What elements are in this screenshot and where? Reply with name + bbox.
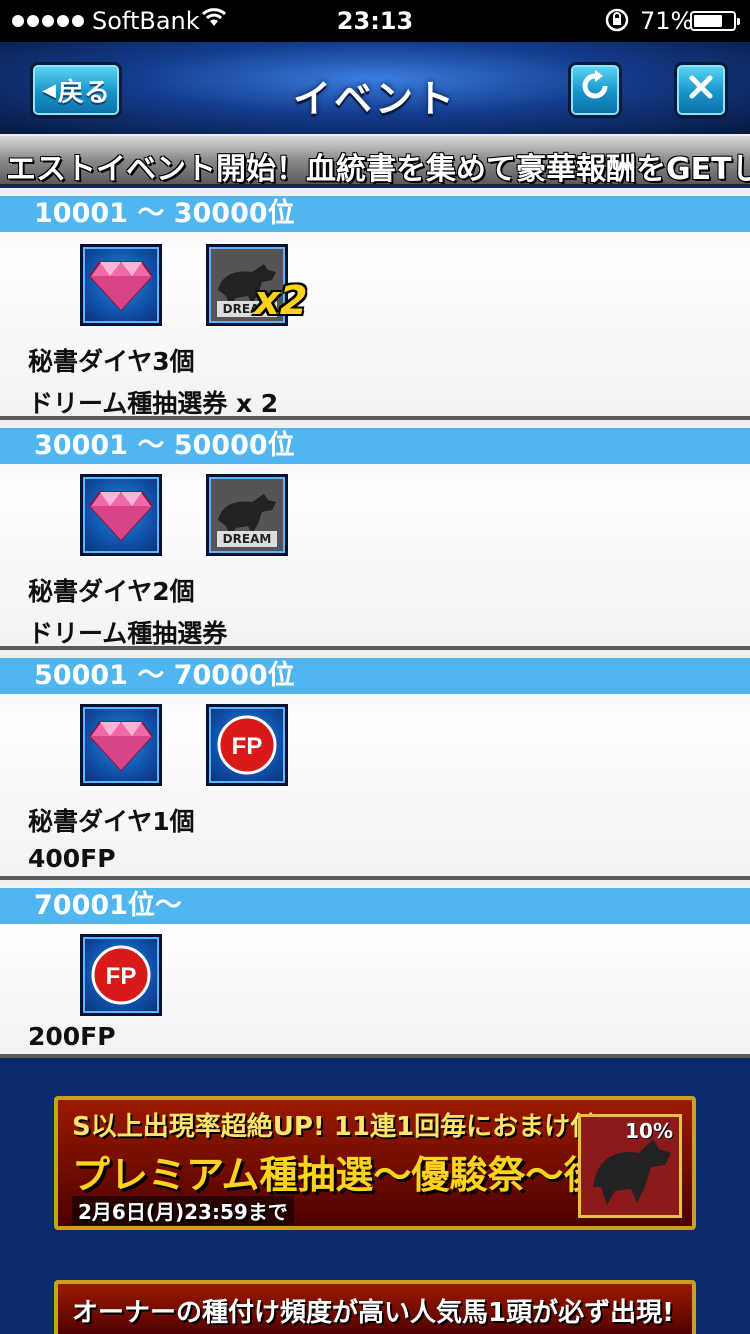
banner-title: プレミアム種抽選〜優駿祭〜後半 (72, 1153, 640, 1197)
status-bar: SoftBank 23:13 71% (0, 0, 750, 42)
fp-label: FP (232, 733, 263, 760)
header: ◀ 戻る イベント (0, 42, 750, 134)
reward-label: 秘書ダイヤ1個 (28, 807, 195, 836)
horse-badge-icon: 10% (578, 1114, 682, 1218)
badge-percent: 10% (625, 1119, 673, 1143)
page-title: イベント (292, 77, 457, 121)
diamond-icon (80, 244, 162, 326)
battery-icon (690, 11, 740, 31)
rank-range: 30001 〜 50000位 (0, 428, 750, 464)
clock: 23:13 (336, 7, 414, 35)
rank-range: 10001 〜 30000位 (0, 196, 750, 232)
reward-label: 400FP (28, 844, 116, 873)
reload-button[interactable] (568, 62, 622, 118)
fp-coin-icon: FP (206, 704, 288, 786)
news-ticker: エストイベント開始！血統書を集めて豪華報酬をGETしよ (0, 134, 750, 186)
reward-label: 秘書ダイヤ3個 (28, 347, 195, 376)
dream-tag: DREAM (217, 531, 277, 547)
news-ticker-text: エストイベント開始！血統書を集めて豪華報酬をGETしよ (6, 152, 750, 186)
close-icon (687, 71, 715, 109)
dream-ticket-icon: DREAM (206, 474, 288, 556)
rank-range: 70001位〜 (0, 888, 750, 924)
banner-deadline: 2月6日(月)23:59まで (72, 1196, 294, 1225)
rank-range: 50001 〜 70000位 (0, 658, 750, 694)
reload-icon (579, 69, 611, 111)
reward-section: 50001 〜 70000位 FP 秘書ダイヤ1個 400FP (0, 650, 750, 880)
reward-section: 70001位〜 FP 200FP (0, 880, 750, 1058)
reward-section: 30001 〜 50000位 DREAM 秘書ダイヤ2個 ドリーム種抽選券 (0, 420, 750, 650)
reward-label: 秘書ダイヤ2個 (28, 577, 195, 606)
diamond-icon (80, 704, 162, 786)
popular-horse-banner[interactable]: オーナーの種付け頻度が高い人気馬1頭が必ず出現! (54, 1280, 696, 1334)
banner-headline: S以上出現率超絶UP! 11連1回毎におまけ付!! (72, 1112, 620, 1142)
fp-coin-icon: FP (80, 934, 162, 1016)
reward-label: 200FP (28, 1022, 116, 1051)
reward-section: 10001 〜 30000位 DREAM x2 秘書ダイヤ3個 ドリーム種抽選券… (0, 188, 750, 420)
fp-label: FP (106, 963, 137, 990)
battery-percent: 71% (640, 7, 694, 35)
rotation-lock-icon (604, 7, 630, 39)
premium-gacha-banner[interactable]: S以上出現率超絶UP! 11連1回毎におまけ付!! プレミアム種抽選〜優駿祭〜後… (54, 1096, 696, 1230)
banner-headline: オーナーの種付け頻度が高い人気馬1頭が必ず出現! (72, 1298, 674, 1328)
multiplier-badge: x2 (254, 278, 308, 324)
reward-label: ドリーム種抽選券 (28, 619, 228, 648)
close-button[interactable] (674, 62, 728, 118)
reward-label: ドリーム種抽選券 x 2 (28, 389, 279, 418)
diamond-icon (80, 474, 162, 556)
